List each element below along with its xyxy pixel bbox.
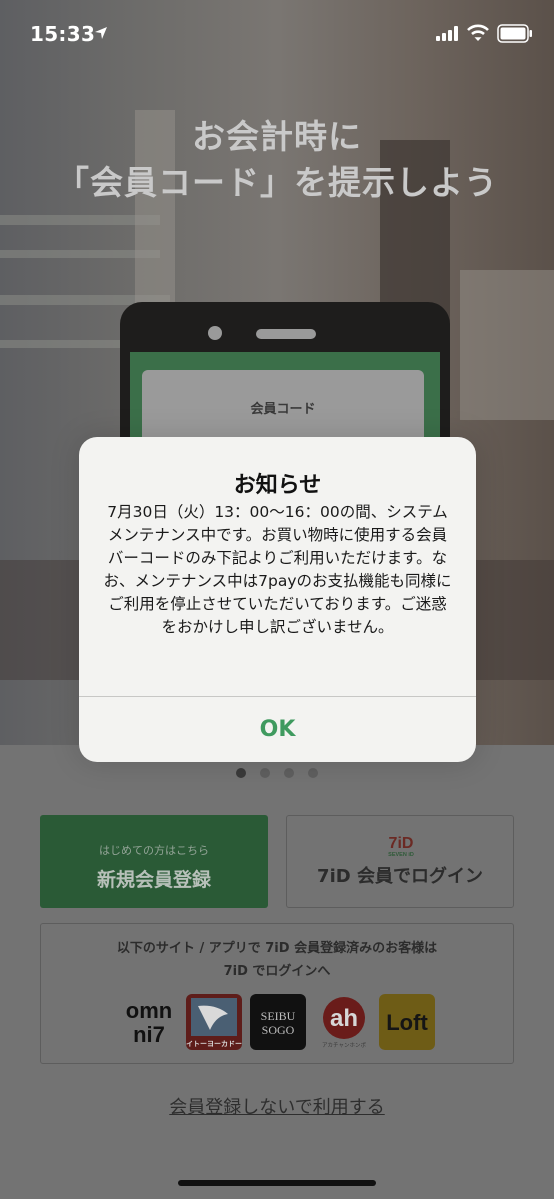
omni7-line1: omn bbox=[126, 998, 172, 1023]
seibu-sogo-logo[interactable]: SEIBU SOGO bbox=[250, 994, 306, 1050]
battery-icon bbox=[497, 24, 532, 43]
hero-headline-line1: お会計時に bbox=[192, 117, 362, 156]
ito-yokado-text: イトーヨーカドー bbox=[186, 1040, 242, 1048]
register-button-sublabel: はじめての方はこちら bbox=[99, 844, 209, 857]
partner-login-box: 以下のサイト / アプリで 7iD 会員登録済みのお客様は 7iD でログインへ… bbox=[40, 923, 514, 1064]
phone-speaker bbox=[256, 329, 316, 339]
7id-logo-icon: 7iD SEVEN iD bbox=[388, 835, 414, 858]
7id-logo-text: 7iD bbox=[389, 835, 414, 852]
location-arrow-icon bbox=[95, 27, 107, 39]
page-dot-1[interactable] bbox=[236, 768, 246, 778]
page-dot-2[interactable] bbox=[260, 768, 270, 778]
page-dot-4[interactable] bbox=[308, 768, 318, 778]
wifi-icon bbox=[467, 24, 489, 41]
seibu-text: SEIBU bbox=[261, 1009, 296, 1023]
alert-message: 7月30日（火）13：00〜16：00の間、システムメンテナンス中です。お買い物… bbox=[103, 503, 452, 636]
signal-icon bbox=[436, 26, 458, 41]
use-without-registration-link[interactable]: 会員登録しないで利用する bbox=[0, 1093, 554, 1119]
akachan-honpo-subtext: アカチャンホンポ bbox=[322, 1042, 366, 1049]
loft-text: Loft bbox=[386, 1010, 428, 1035]
partner-text-line2: 7iD でログインへ bbox=[223, 964, 331, 979]
home-indicator[interactable] bbox=[178, 1180, 376, 1186]
page-dot-3[interactable] bbox=[284, 768, 294, 778]
omni7-logo[interactable]: omn ni7 bbox=[121, 994, 177, 1050]
ito-yokado-logo[interactable]: イトーヨーカドー bbox=[186, 994, 242, 1050]
new-member-register-button[interactable]: はじめての方はこちら 新規会員登録 bbox=[40, 815, 268, 908]
phone-camera bbox=[208, 326, 222, 340]
register-button-label: 新規会員登録 bbox=[96, 869, 211, 891]
alert-title: お知らせ bbox=[233, 473, 322, 498]
status-bar: 15:33 bbox=[0, 0, 554, 70]
akachan-honpo-logo[interactable]: ah アカチャンホンポ bbox=[316, 994, 372, 1050]
omni7-line2: ni7 bbox=[133, 1022, 165, 1047]
7id-login-button[interactable]: 7iD SEVEN iD 7iD 会員でログイン bbox=[286, 815, 514, 908]
partner-text-line1: 以下のサイト / アプリで 7iD 会員登録済みのお客様は bbox=[116, 941, 438, 956]
hero-headline-line2: 「会員コード」を提示しよう bbox=[56, 163, 498, 202]
member-code-card-title: 会員コード bbox=[250, 402, 316, 417]
loft-logo[interactable]: Loft bbox=[379, 994, 435, 1050]
akachan-honpo-text: ah bbox=[330, 1005, 358, 1032]
7id-login-label: 7iD 会員でログイン bbox=[317, 866, 483, 887]
alert-ok-button[interactable]: OK bbox=[79, 697, 476, 762]
7id-logo-subtext: SEVEN iD bbox=[388, 852, 414, 858]
notice-alert-dialog: お知らせ 7月30日（火）13：00〜16：00の間、システムメンテナンス中です… bbox=[79, 437, 476, 762]
clock: 15:33 bbox=[30, 22, 96, 46]
sogo-text: SOGO bbox=[262, 1023, 295, 1037]
